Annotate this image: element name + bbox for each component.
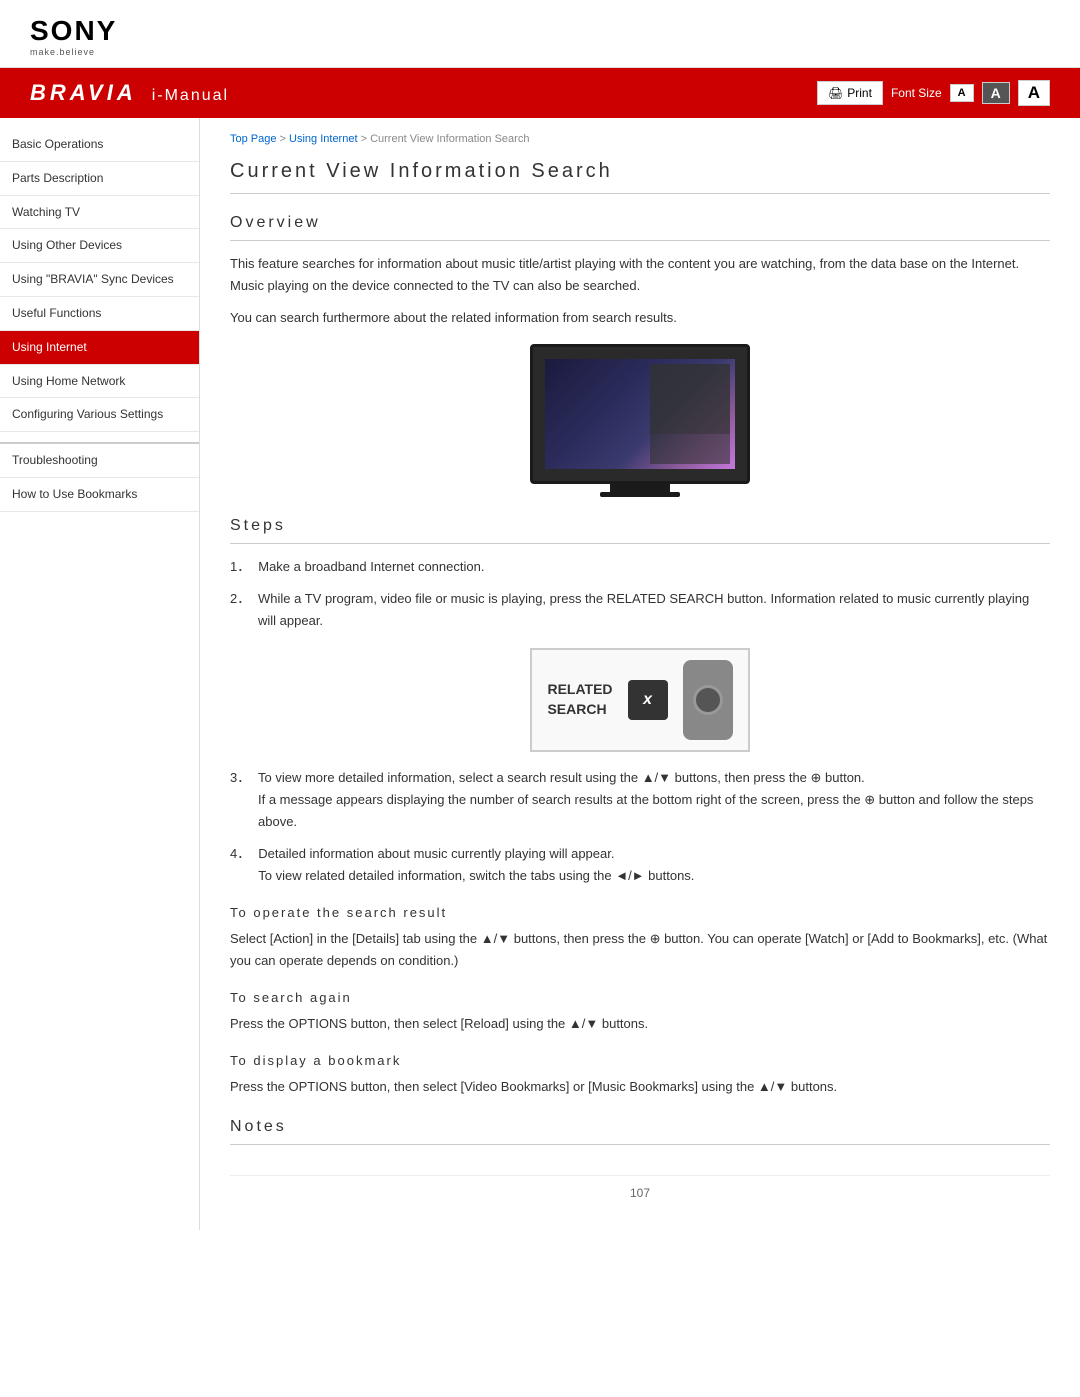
- sidebar-item-using-internet[interactable]: Using Internet: [0, 331, 199, 365]
- related-search-label: RELATEDSEARCH: [547, 680, 612, 719]
- sony-wordmark: SONY: [30, 15, 117, 47]
- step-3-text: To view more detailed information, selec…: [258, 767, 1050, 833]
- tv-illustration: [530, 344, 750, 497]
- main-layout: Basic Operations Parts Description Watch…: [0, 118, 1080, 1230]
- steps-heading: Steps: [230, 517, 1050, 544]
- step-4-text: Detailed information about music current…: [258, 843, 694, 887]
- xc-button: x: [628, 680, 668, 720]
- step-4-num: 4．: [230, 843, 250, 887]
- sidebar-item-bookmarks[interactable]: How to Use Bookmarks: [0, 478, 199, 512]
- bravia-title: BRAVIA i-Manual: [30, 80, 229, 106]
- notes-heading: Notes: [230, 1118, 1050, 1145]
- step-1: 1． Make a broadband Internet connection.: [230, 556, 1050, 578]
- page-number: 107: [230, 1175, 1050, 1200]
- sub-section1-text: Select [Action] in the [Details] tab usi…: [230, 928, 1050, 972]
- sub-heading-search-again: To search again: [230, 990, 1050, 1005]
- sidebar-item-watching-tv[interactable]: Watching TV: [0, 196, 199, 230]
- sidebar-item-basic-operations[interactable]: Basic Operations: [0, 128, 199, 162]
- tv-screen-overlay: [650, 364, 730, 434]
- step-4: 4． Detailed information about music curr…: [230, 843, 1050, 887]
- step-2: 2． While a TV program, video file or mus…: [230, 588, 1050, 632]
- sidebar-item-bravia-sync[interactable]: Using "BRAVIA" Sync Devices: [0, 263, 199, 297]
- font-size-label: Font Size: [891, 86, 942, 100]
- overview-paragraph-1: This feature searches for information ab…: [230, 253, 1050, 297]
- print-button[interactable]: 🖨 Print: [817, 81, 883, 105]
- breadcrumb-current: Current View Information Search: [370, 133, 529, 145]
- sub-heading-operate: To operate the search result: [230, 905, 1050, 920]
- step-1-text: Make a broadband Internet connection.: [258, 556, 484, 578]
- content-area: Top Page > Using Internet > Current View…: [200, 118, 1080, 1230]
- breadcrumb-sep1: >: [280, 133, 289, 145]
- step-3-num: 3．: [230, 767, 250, 833]
- font-small-button[interactable]: A: [950, 84, 974, 102]
- overview-heading: Overview: [230, 214, 1050, 241]
- sidebar-item-configuring-settings[interactable]: Configuring Various Settings: [0, 398, 199, 432]
- tv-base: [600, 492, 680, 497]
- breadcrumb-top-page[interactable]: Top Page: [230, 133, 276, 145]
- imanual-label: i-Manual: [152, 87, 229, 105]
- banner-controls: 🖨 Print Font Size A A A: [817, 80, 1050, 106]
- sidebar-item-useful-functions[interactable]: Useful Functions: [0, 297, 199, 331]
- sidebar-item-troubleshooting[interactable]: Troubleshooting: [0, 444, 199, 478]
- tv-screen-text: [650, 434, 730, 464]
- breadcrumb-sep2: >: [361, 133, 370, 145]
- steps-list: 1． Make a broadband Internet connection.…: [230, 556, 1050, 632]
- step-1-num: 1．: [230, 556, 250, 578]
- font-large-button[interactable]: A: [1018, 80, 1050, 106]
- tv-mockup: [530, 344, 750, 484]
- print-icon: 🖨: [828, 86, 843, 100]
- related-search-box: RELATEDSEARCH x: [530, 648, 749, 752]
- sidebar-item-using-other-devices[interactable]: Using Other Devices: [0, 229, 199, 263]
- remote-illustration: [683, 660, 733, 740]
- tv-screen: [545, 359, 735, 469]
- sub-section2-text: Press the OPTIONS button, then select [R…: [230, 1013, 1050, 1035]
- remote-circle: [693, 685, 723, 715]
- sub-heading-display-bookmark: To display a bookmark: [230, 1053, 1050, 1068]
- breadcrumb: Top Page > Using Internet > Current View…: [230, 133, 1050, 145]
- step-2-text: While a TV program, video file or music …: [258, 588, 1050, 632]
- step-2-num: 2．: [230, 588, 250, 632]
- step-3: 3． To view more detailed information, se…: [230, 767, 1050, 833]
- sidebar: Basic Operations Parts Description Watch…: [0, 118, 200, 1230]
- overview-paragraph-2: You can search furthermore about the rel…: [230, 307, 1050, 329]
- font-medium-button[interactable]: A: [982, 82, 1010, 104]
- sidebar-item-parts-description[interactable]: Parts Description: [0, 162, 199, 196]
- tv-stand: [610, 484, 670, 492]
- page-title: Current View Information Search: [230, 160, 1050, 194]
- sub-section3-text: Press the OPTIONS button, then select [V…: [230, 1076, 1050, 1098]
- red-banner: BRAVIA i-Manual 🖨 Print Font Size A A A: [0, 68, 1080, 118]
- breadcrumb-using-internet[interactable]: Using Internet: [289, 133, 357, 145]
- sony-logo: SONY make.believe: [30, 15, 1050, 57]
- remote-image-container: RELATEDSEARCH x: [230, 648, 1050, 752]
- steps-list-cont: 3． To view more detailed information, se…: [230, 767, 1050, 887]
- sony-tagline: make.believe: [30, 47, 95, 57]
- tv-image-container: [230, 344, 1050, 497]
- bravia-logo: BRAVIA: [30, 80, 137, 106]
- sidebar-item-home-network[interactable]: Using Home Network: [0, 365, 199, 399]
